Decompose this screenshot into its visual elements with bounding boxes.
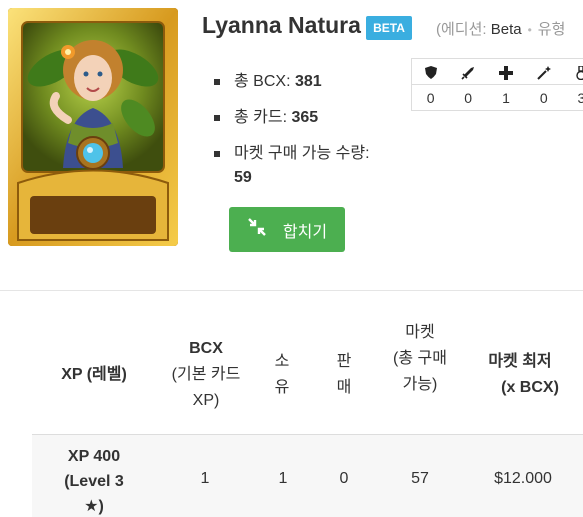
- card-title: Lyanna Natura: [202, 12, 361, 38]
- row-owned: 1: [278, 470, 288, 487]
- card-image[interactable]: [8, 8, 178, 246]
- section-divider: [0, 290, 583, 291]
- row-xp-cell: XP 400 (Level 3 ★): [52, 444, 136, 517]
- card-stat-table: 0 0 1 0 3: [411, 58, 583, 111]
- potion-icon: [562, 58, 583, 85]
- col-header-market-low: 마켓 최저: [488, 353, 552, 370]
- row-xp-line2: (Level 3: [64, 473, 124, 490]
- row-xp-line3: ★): [52, 494, 136, 517]
- col-header-market-low-sub: (x BCX): [501, 379, 559, 396]
- combine-arrows-icon: [247, 217, 267, 242]
- combine-button-label: 합치기: [282, 223, 328, 241]
- meta-edition: Beta: [490, 21, 522, 38]
- stat-total-bcx-label: 총 BCX:: [234, 73, 295, 90]
- meta-prefix: (에디션:: [436, 21, 491, 38]
- stat-icon-row: [411, 58, 583, 85]
- star-icon: ★: [84, 498, 99, 515]
- col-header-xp: XP (레벨): [61, 366, 127, 383]
- col-header-market: 마켓: [405, 324, 435, 341]
- col-header-market-sub: (총 구매가능): [393, 350, 447, 393]
- stat-market-available: 마켓 구매 가능 수량: 59: [214, 142, 384, 190]
- card-illustration: [8, 8, 178, 246]
- stat-total-cards-label: 총 카드:: [234, 109, 292, 126]
- col-header-bcx-sub: (기본 카드 XP): [171, 366, 241, 409]
- meta-separator: •: [527, 23, 532, 37]
- row-bcx: 1: [200, 470, 210, 487]
- shield-icon: [411, 58, 450, 85]
- row-market-low-price[interactable]: $12.000: [478, 470, 568, 488]
- stat-value-row: 0 0 1 0 3: [412, 85, 583, 111]
- heal-cross-icon: [487, 58, 525, 85]
- row-sale: 0: [339, 470, 349, 487]
- sword-icon: [449, 58, 488, 85]
- stat-value-heal: 1: [502, 89, 510, 106]
- stat-total-bcx: 총 BCX: 381: [214, 70, 384, 94]
- card-stats-list: 총 BCX: 381 총 카드: 365 마켓 구매 가능 수량: 59: [214, 70, 384, 202]
- stat-market-label: 마켓 구매 가능 수량:: [234, 145, 370, 162]
- stat-total-bcx-value: 381: [294, 73, 322, 90]
- row-xp-line1: XP 400: [67, 448, 121, 465]
- wand-icon: [524, 58, 563, 85]
- edition-badge: BETA: [366, 16, 412, 40]
- meta-type: 유형: [537, 21, 566, 38]
- combine-button[interactable]: 합치기: [229, 207, 345, 252]
- col-header-sale: 판매: [336, 353, 352, 396]
- stat-market-value: 59: [234, 169, 252, 186]
- stat-total-cards-value: 365: [291, 109, 319, 126]
- row-xp-close: ): [98, 498, 104, 515]
- card-meta: (에디션: Beta • 유형: [436, 18, 583, 39]
- col-header-owned: 소유: [274, 353, 290, 396]
- stat-value-potion: 3: [577, 89, 583, 106]
- stat-value-wand: 0: [539, 89, 548, 106]
- stat-value-shield: 0: [426, 89, 435, 106]
- row-market: 57: [411, 470, 429, 487]
- col-header-bcx: BCX: [189, 340, 223, 357]
- stat-value-sword: 0: [464, 89, 473, 106]
- stat-total-cards: 총 카드: 365: [214, 106, 384, 130]
